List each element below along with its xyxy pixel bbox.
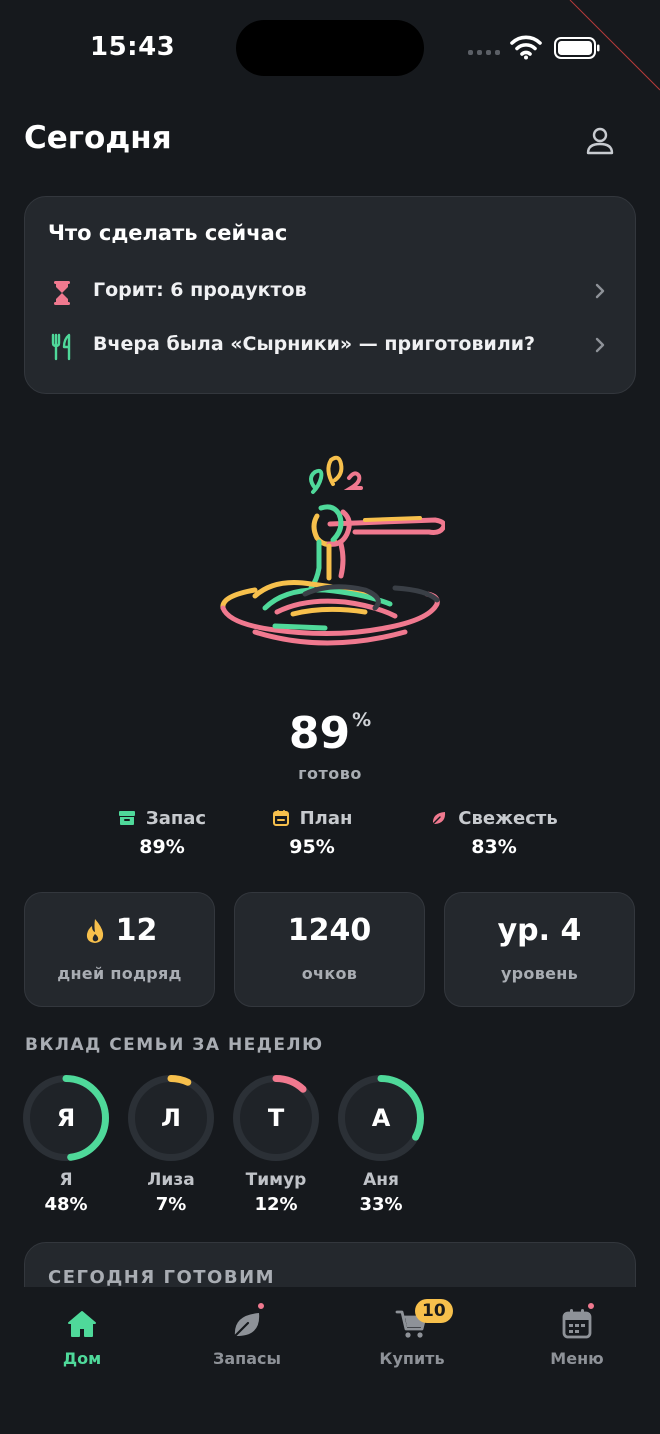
wifi-icon — [510, 35, 542, 60]
leaf-icon — [233, 1313, 260, 1338]
tab-bar: Дом Запасы 10 Купить Меню — [0, 1287, 660, 1434]
calendar-icon — [562, 1309, 592, 1339]
cellular-signal-icon — [468, 50, 500, 55]
readiness-label: готово — [298, 764, 362, 783]
todo-item-text: Горит: 6 продуктов — [93, 279, 307, 301]
tab-stock[interactable]: Запасы — [182, 1301, 312, 1368]
metric-freshness: Свежесть 83% — [418, 806, 570, 858]
calendar-icon — [272, 810, 289, 826]
pasta-illustration — [220, 455, 445, 646]
tab-home[interactable]: Дом — [17, 1307, 147, 1368]
member-percent: 7% — [155, 1194, 187, 1215]
chevron-right-icon — [595, 337, 605, 353]
member-name: Лиза — [147, 1170, 195, 1190]
member-percent: 12% — [254, 1194, 298, 1215]
notification-dot — [586, 1301, 596, 1311]
dynamic-island — [236, 20, 424, 76]
fork-knife-icon — [51, 333, 71, 361]
family-section-title: ВКЛАД СЕМЬИ ЗА НЕДЕЛЮ — [25, 1035, 324, 1055]
profile-icon[interactable] — [583, 124, 617, 158]
chevron-right-icon — [595, 283, 605, 299]
stat-points: 1240 очков — [234, 892, 425, 1007]
status-time: 15:43 — [90, 32, 176, 62]
flame-icon — [86, 918, 103, 943]
todo-card: Что сделать сейчас Горит: 6 продуктов Вч… — [24, 196, 636, 394]
status-bar: 15:43 — [0, 0, 660, 100]
member-name: Я — [59, 1170, 73, 1190]
tab-menu[interactable]: Меню — [512, 1301, 642, 1368]
avatar-initial: Т — [267, 1104, 285, 1132]
notification-dot — [256, 1301, 266, 1311]
family-member[interactable]: Т Тимур 12% — [232, 1074, 320, 1215]
member-percent: 33% — [359, 1194, 403, 1215]
avatar-initial: Я — [56, 1104, 76, 1132]
todo-item-cooked[interactable]: Вчера была «Сырники» — приготовили? — [25, 321, 637, 369]
todo-title: Что сделать сейчас — [48, 221, 288, 245]
battery-icon — [554, 37, 600, 59]
hourglass-icon — [54, 281, 70, 305]
readiness-value: 89% — [288, 708, 372, 759]
today-cooking-title: СЕГОДНЯ ГОТОВИМ — [48, 1267, 276, 1288]
family-member[interactable]: Я Я 48% — [22, 1074, 110, 1215]
family-member[interactable]: Л Лиза 7% — [127, 1074, 215, 1215]
member-percent: 48% — [44, 1194, 88, 1215]
stat-streak: 12 дней подряд — [24, 892, 215, 1007]
avatar-initial: Л — [161, 1104, 181, 1132]
metric-stock: Запас 89% — [97, 806, 227, 858]
archive-icon — [118, 811, 135, 825]
page-title: Сегодня — [24, 120, 172, 156]
family-member[interactable]: А Аня 33% — [337, 1074, 425, 1215]
cart-count-badge: 10 — [415, 1299, 453, 1323]
member-name: Аня — [363, 1170, 399, 1190]
tab-shopping[interactable]: 10 Купить — [347, 1299, 477, 1368]
avatar-initial: А — [371, 1104, 391, 1132]
leaf-icon — [432, 812, 446, 825]
metric-plan: План 95% — [248, 806, 376, 858]
member-name: Тимур — [245, 1170, 307, 1190]
todo-item-text: Вчера была «Сырники» — приготовили? — [93, 333, 536, 355]
todo-item-expiring[interactable]: Горит: 6 продуктов — [25, 267, 637, 315]
stat-level: ур. 4 уровень — [444, 892, 635, 1007]
home-icon — [68, 1311, 96, 1337]
